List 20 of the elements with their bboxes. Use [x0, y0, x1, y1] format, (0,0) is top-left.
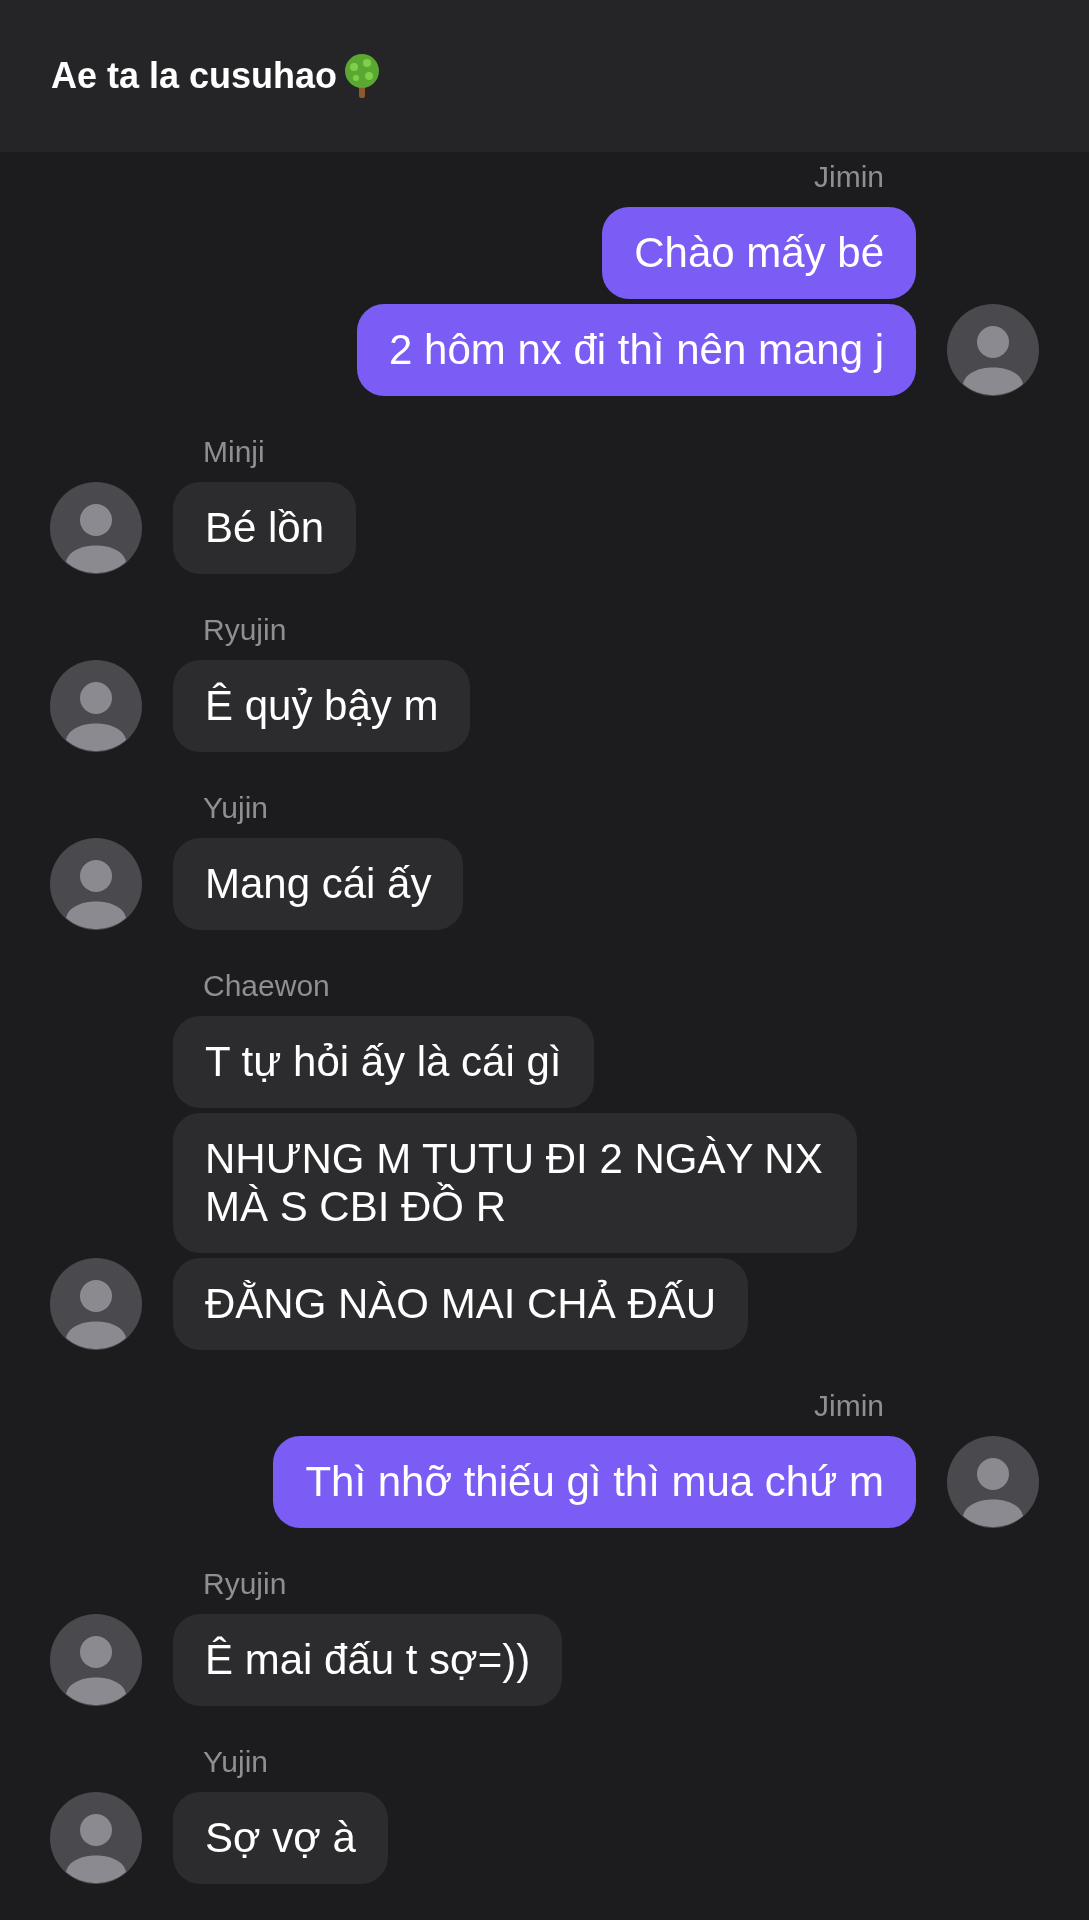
message-bubble: Bé lồn — [173, 482, 357, 574]
sender-name: Chaewon — [202, 968, 330, 1004]
message-bubble: Sợ vợ à — [173, 1792, 388, 1884]
message-bubble: Thì nhỡ thiếu gì thì mua chứ m — [273, 1436, 916, 1528]
message-bubble: NHƯNG M TUTU ĐI 2 NGÀY NX MÀ S CBI ĐỒ R — [173, 1113, 857, 1253]
sender-name: Ryujin — [202, 612, 287, 648]
message-bubble: Chào mấy bé — [602, 207, 916, 299]
sender-name: Yujin — [202, 790, 269, 826]
message-bubble: ĐẰNG NÀO MAI CHẢ ĐẤU — [173, 1258, 749, 1350]
message-bubble: Ê mai đấu t sợ=)) — [173, 1614, 563, 1706]
sender-name: Jimin — [814, 1388, 885, 1424]
sender-name: Yujin — [202, 1744, 269, 1780]
sender-name: Ryujin — [202, 1566, 287, 1602]
sender-name: Minji — [202, 434, 265, 470]
message-bubble: T tự hỏi ấy là cái gì — [173, 1016, 594, 1108]
sender-name: Jimin — [814, 159, 885, 195]
chat-title: Ae ta la cusuhao — [51, 54, 338, 98]
message-bubble: Ê quỷ bậy m — [173, 660, 471, 752]
message-bubble: 2 hôm nx đi thì nên mang j — [357, 304, 916, 396]
message-bubble: Mang cái ấy — [173, 838, 464, 930]
